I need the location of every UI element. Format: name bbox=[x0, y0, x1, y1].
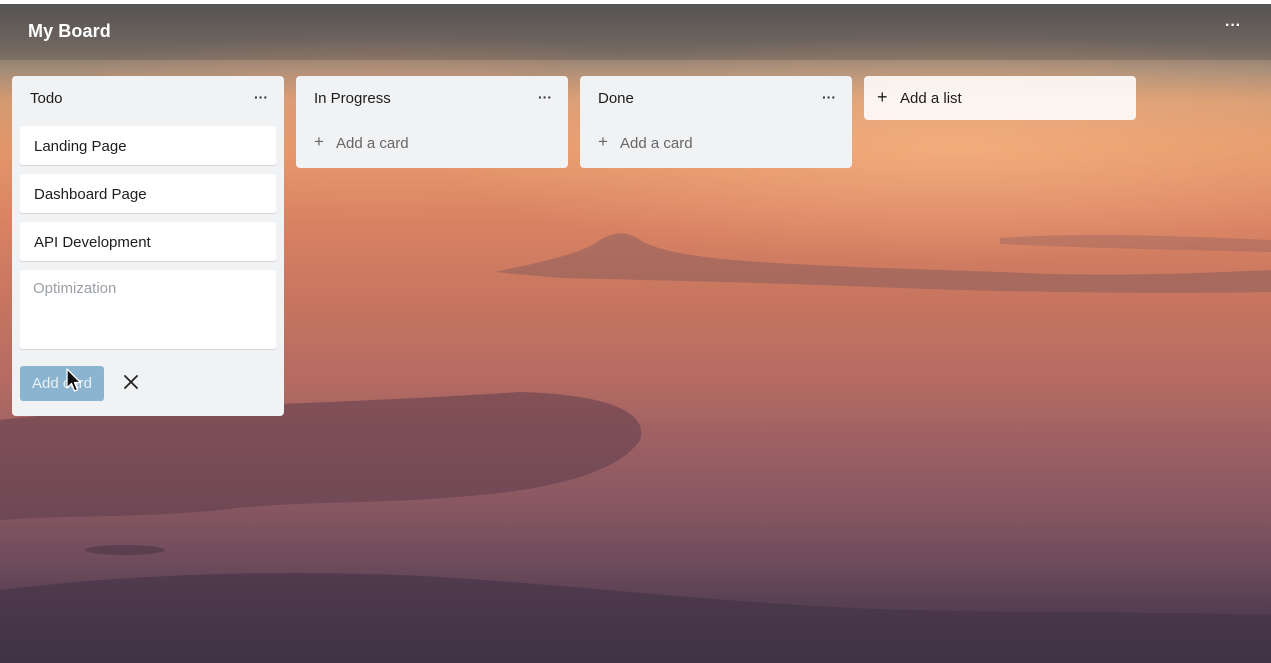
list-menu-button[interactable]: ··· bbox=[822, 89, 836, 105]
list-title: Todo bbox=[30, 90, 63, 107]
composer-actions: Add card bbox=[12, 349, 284, 415]
card[interactable]: Landing Page bbox=[20, 126, 276, 165]
board-header bbox=[0, 4, 1271, 60]
plus-icon: + bbox=[314, 132, 324, 151]
list-done: Done ··· + Add a card bbox=[580, 76, 852, 168]
list-title: Done bbox=[598, 90, 634, 107]
add-list-button[interactable]: + Add a list bbox=[864, 76, 1136, 120]
list-in-progress: In Progress ··· + Add a card bbox=[296, 76, 568, 168]
add-card-button[interactable]: Add card bbox=[20, 366, 104, 401]
list-menu-button[interactable]: ··· bbox=[254, 89, 268, 105]
card-composer bbox=[20, 270, 276, 349]
card[interactable]: Dashboard Page bbox=[20, 174, 276, 213]
list-title: In Progress bbox=[314, 90, 391, 107]
add-card-label: Add a card bbox=[336, 135, 409, 152]
list-menu-button[interactable]: ··· bbox=[538, 89, 552, 105]
plus-icon: + bbox=[598, 132, 608, 151]
list-header: Todo ··· bbox=[12, 76, 284, 120]
close-icon[interactable] bbox=[120, 371, 142, 393]
add-card-link[interactable]: + Add a card bbox=[296, 120, 568, 168]
board-menu-button[interactable]: ··· bbox=[1223, 18, 1243, 38]
list-todo: Todo ··· Landing Page Dashboard Page API… bbox=[12, 76, 284, 416]
new-card-title-input[interactable] bbox=[33, 280, 263, 338]
card[interactable]: API Development bbox=[20, 222, 276, 261]
list-header: Done ··· bbox=[580, 76, 852, 120]
plus-icon: + bbox=[877, 87, 888, 107]
add-list-label: Add a list bbox=[900, 90, 962, 107]
list-header: In Progress ··· bbox=[296, 76, 568, 120]
board-title: My Board bbox=[28, 21, 111, 41]
add-card-link[interactable]: + Add a card bbox=[580, 120, 852, 168]
add-card-label: Add a card bbox=[620, 135, 693, 152]
